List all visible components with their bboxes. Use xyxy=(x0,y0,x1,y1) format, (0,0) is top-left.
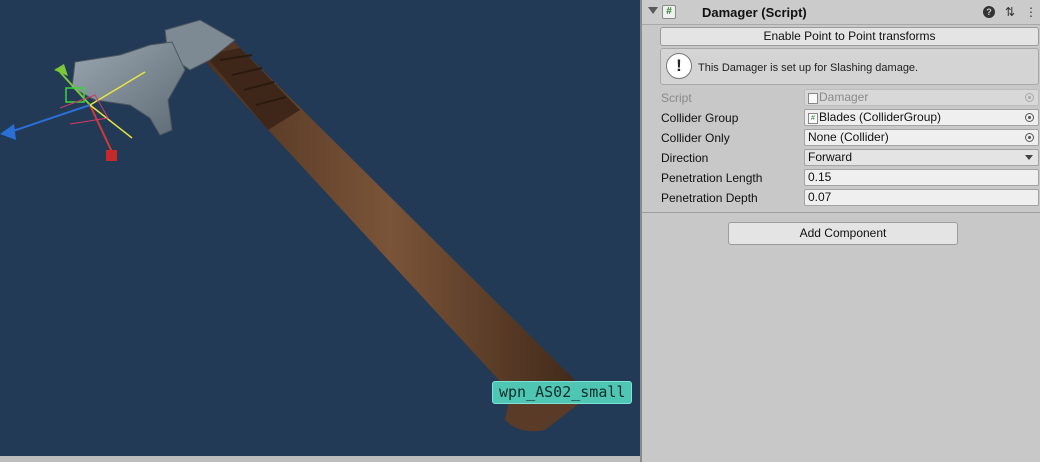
direction-dropdown[interactable]: Forward xyxy=(804,149,1039,166)
penetration-length-value: 0.15 xyxy=(808,170,832,184)
script-label: Script xyxy=(661,91,692,105)
direction-value: Forward xyxy=(808,150,853,164)
component-menu-icon[interactable]: ⋮ xyxy=(1024,5,1038,19)
collider-only-field[interactable]: None (Collider) xyxy=(804,129,1039,146)
foldout-arrow-icon[interactable] xyxy=(648,7,658,14)
collider-group-label: Collider Group xyxy=(661,111,739,125)
enable-point-to-point-button[interactable]: Enable Point to Point transforms xyxy=(660,27,1039,46)
scene-view[interactable]: wpn_AS02_small xyxy=(0,0,640,462)
object-name-label: wpn_AS02_small xyxy=(492,381,633,404)
script-field: Damager xyxy=(804,89,1039,106)
scene-bottom-bar xyxy=(0,456,640,462)
object-picker-icon[interactable] xyxy=(1025,113,1034,122)
collider-group-field[interactable]: # Blades (ColliderGroup) xyxy=(804,109,1039,126)
direction-label: Direction xyxy=(661,151,709,165)
script-value: Damager xyxy=(819,90,869,104)
component-divider xyxy=(642,212,1040,213)
inspector-panel: # Damager (Script) ? ⇅ ⋮ Enable Point to… xyxy=(642,0,1040,462)
script-file-icon xyxy=(808,93,818,104)
penetration-depth-value: 0.07 xyxy=(808,190,832,204)
collider-only-value: None (Collider) xyxy=(808,130,889,144)
presets-icon[interactable]: ⇅ xyxy=(1003,5,1017,19)
component-title: Damager (Script) xyxy=(702,5,807,20)
script-file-icon: # xyxy=(808,113,818,124)
penetration-length-input[interactable]: 0.15 xyxy=(804,169,1039,186)
collider-only-label: Collider Only xyxy=(661,131,730,145)
help-icon[interactable]: ? xyxy=(983,6,995,18)
info-helpbox: ! This Damager is set up for Slashing da… xyxy=(660,48,1039,85)
object-picker-icon[interactable] xyxy=(1025,133,1034,142)
component-enabled-checkbox[interactable]: # xyxy=(662,5,676,19)
helpbox-text: This Damager is set up for Slashing dama… xyxy=(698,62,919,74)
dropdown-arrow-icon xyxy=(1025,155,1033,160)
add-component-button[interactable]: Add Component xyxy=(728,222,958,245)
object-picker-icon xyxy=(1025,93,1034,102)
penetration-depth-label: Penetration Depth xyxy=(661,191,758,205)
penetration-depth-input[interactable]: 0.07 xyxy=(804,189,1039,206)
component-header[interactable]: # Damager (Script) ? ⇅ ⋮ xyxy=(642,0,1040,25)
warning-icon: ! xyxy=(666,53,692,79)
collider-group-value: Blades (ColliderGroup) xyxy=(819,110,942,124)
penetration-length-label: Penetration Length xyxy=(661,171,763,185)
